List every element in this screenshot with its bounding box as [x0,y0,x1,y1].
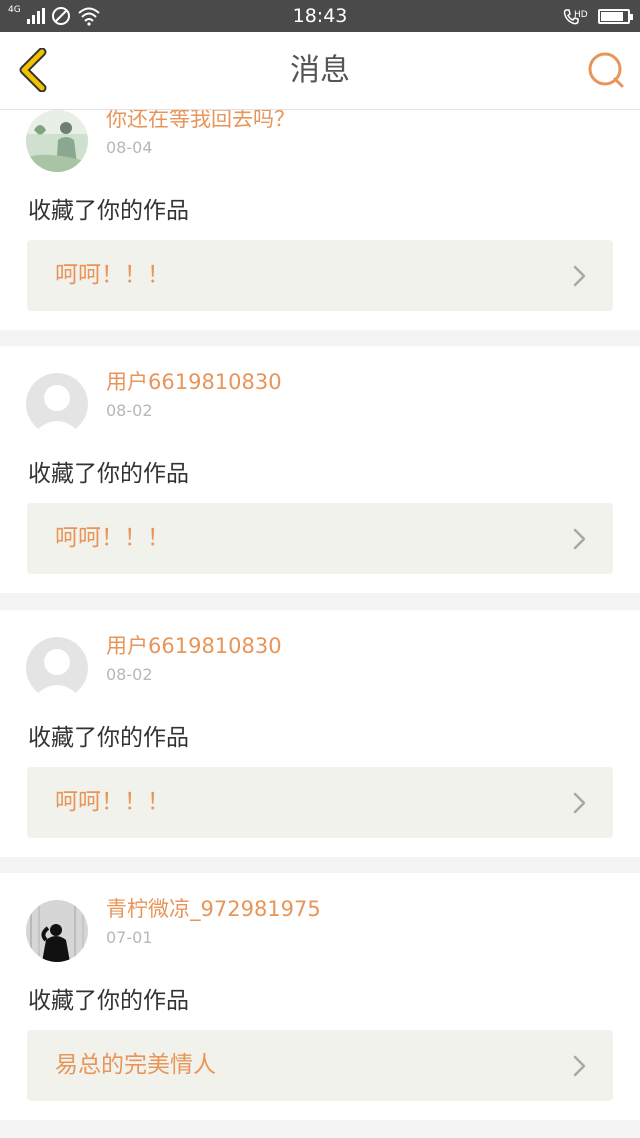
message-date: 08-02 [106,665,153,684]
chevron-left-icon [19,47,47,93]
avatar[interactable] [26,110,88,172]
chevron-right-icon [573,1055,586,1077]
work-title: 呵呵！！！ [55,262,170,288]
work-title: 易总的完美情人 [55,1052,216,1078]
message-action: 收藏了你的作品 [28,198,189,224]
battery-level [601,11,624,21]
message-card: 青柠微凉_972981975 07-01 收藏了你的作品 易总的完美情人 [0,873,640,1120]
avatar[interactable] [26,373,88,435]
status-right: HD [562,0,633,32]
username[interactable]: 你还在等我回去吗？ [106,110,295,133]
message-list[interactable]: 你还在等我回去吗？ 08-04 收藏了你的作品 呵呵！！！ 用户66198108… [0,110,640,1138]
avatar[interactable] [26,637,88,699]
default-avatar-icon [26,637,88,699]
message-card: 用户6619810830 08-02 收藏了你的作品 呵呵！！！ [0,610,640,857]
user-photo-icon [26,900,88,962]
username[interactable]: 用户6619810830 [106,366,282,396]
message-date: 07-01 [106,928,153,947]
message-date: 08-04 [106,138,153,157]
user-photo-icon [26,110,88,172]
search-button[interactable] [586,50,626,90]
username[interactable]: 用户6619810830 [106,630,282,660]
search-icon [588,52,624,88]
app-header: 消息 [0,32,640,110]
work-link[interactable]: 呵呵！！！ [27,503,613,574]
chevron-right-icon [573,792,586,814]
work-link[interactable]: 易总的完美情人 [27,1030,613,1101]
work-title: 呵呵！！！ [55,789,170,815]
page-title: 消息 [290,53,350,88]
chevron-right-icon [573,265,586,287]
clock: 18:43 [292,5,348,27]
message-action: 收藏了你的作品 [28,461,189,487]
status-bar: 4G 18:43 HD [0,0,640,32]
default-avatar-icon [26,373,88,435]
work-link[interactable]: 呵呵！！！ [27,767,613,838]
hd-call-indicator: HD [562,6,588,26]
hd-label: HD [574,10,588,20]
message-card: 你还在等我回去吗？ 08-04 收藏了你的作品 呵呵！！！ [0,110,640,330]
avatar[interactable] [26,900,88,962]
chevron-right-icon [573,528,586,550]
message-action: 收藏了你的作品 [28,988,189,1014]
message-date: 08-02 [106,401,153,420]
battery-icon [598,8,633,24]
message-card: 用户6619810830 08-02 收藏了你的作品 呵呵！！！ [0,346,640,593]
work-title: 呵呵！！！ [55,525,170,551]
message-action: 收藏了你的作品 [28,725,189,751]
work-link[interactable]: 呵呵！！！ [27,240,613,311]
username[interactable]: 青柠微凉_972981975 [106,893,321,923]
back-button[interactable] [14,47,58,93]
